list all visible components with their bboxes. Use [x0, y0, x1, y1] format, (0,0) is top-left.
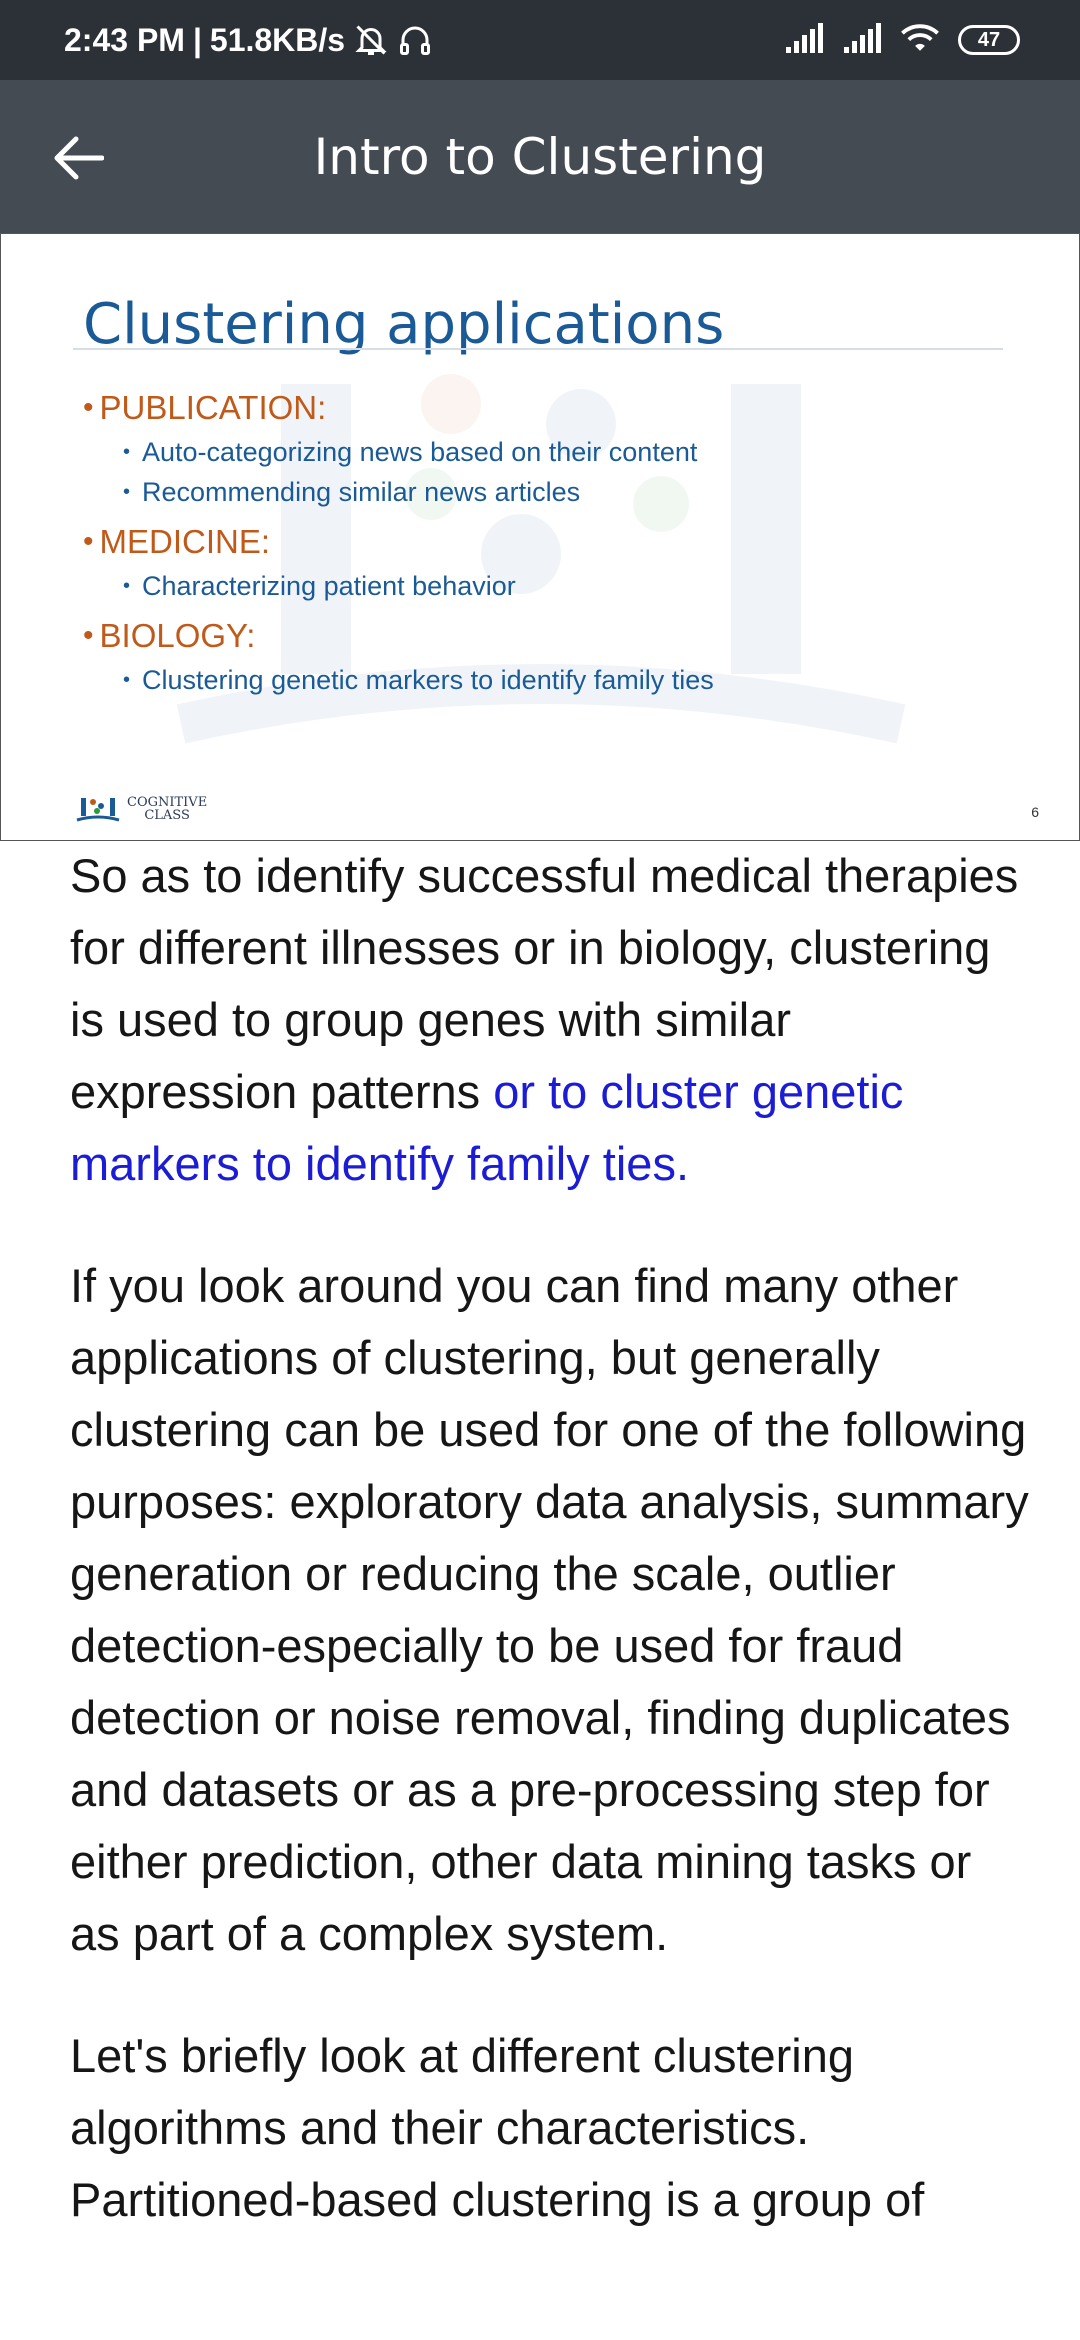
slide-list-item: • Auto-categorizing news based on their c…: [123, 436, 698, 467]
status-separator: |: [192, 21, 202, 58]
book-logo-icon: [76, 798, 120, 822]
slide-category: • MEDICINE:: [83, 523, 271, 560]
status-network-speed: 51.8KB/s: [209, 21, 346, 58]
slide-divider: [73, 348, 1003, 350]
slide-category: • BIOLOGY:: [83, 617, 256, 654]
transcript-paragraph: So as to identify successful medical the…: [70, 840, 1030, 1200]
lecture-slide[interactable]: Clustering applications • PUBLICATION: • A…: [0, 233, 1080, 841]
status-time: 2:43 PM: [64, 21, 185, 58]
logo-line-2: CLASS: [144, 808, 190, 823]
slide-list-item: • Recommending similar news articles: [123, 476, 581, 507]
transcript-paragraph: If you look around you can find many oth…: [70, 1259, 1029, 1960]
slide-list-item: • Clustering genetic markers to identify …: [123, 664, 714, 695]
slide-bullet-list: • PUBLICATION: • Auto-categorizing news ba…: [83, 384, 1039, 700]
battery-indicator: 47: [958, 25, 1020, 55]
headphones-icon: [397, 22, 433, 58]
signal-icon: [784, 22, 824, 58]
status-right: 47: [784, 0, 1020, 80]
status-left: 2:43 PM | 51.8KB/s: [64, 0, 433, 80]
slide-page-number: 6: [1031, 804, 1039, 820]
transcript-paragraph: Let's briefly look at different clusteri…: [70, 2029, 925, 2226]
muted-bell-icon: [353, 22, 389, 58]
slide-category: • PUBLICATION:: [83, 389, 327, 426]
signal-icon: [842, 22, 882, 58]
wifi-icon: [900, 22, 940, 59]
slide-list-item: • Characterizing patient behavior: [123, 570, 516, 601]
transcript: So as to identify successful medical the…: [70, 840, 1030, 2286]
app-title: Intro to Clustering: [313, 127, 767, 186]
app-bar: Intro to Clustering: [0, 80, 1080, 233]
status-bar: 2:43 PM | 51.8KB/s 47: [0, 0, 1080, 80]
cognitive-class-logo: COGNITIVE CLASS: [75, 794, 207, 824]
